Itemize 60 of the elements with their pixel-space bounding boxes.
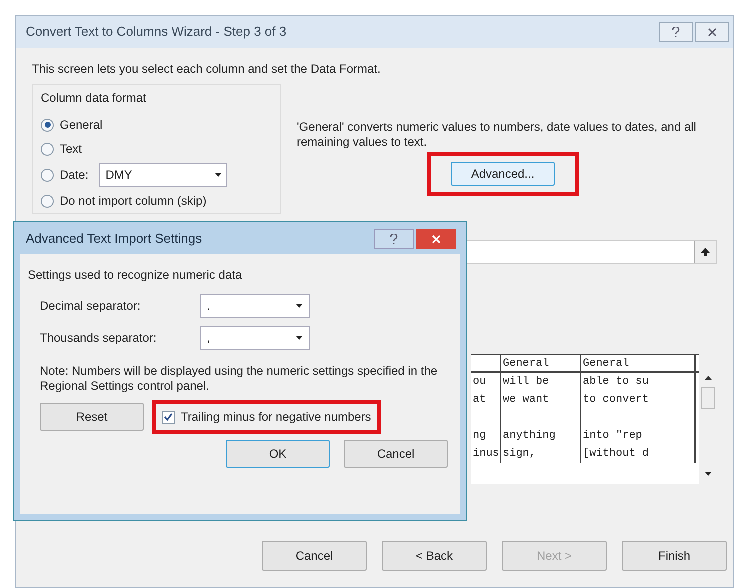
separator-combo[interactable]: .: [200, 294, 310, 318]
instruction-text: This screen lets you select each column and set the Data Format.: [32, 61, 382, 78]
group-label: Settings used to recognize numeric data: [28, 267, 244, 284]
wizard-button[interactable]: Cancel: [262, 541, 367, 571]
dropdown-arrow-icon: [296, 336, 303, 340]
preview-cell: able to su: [581, 373, 696, 391]
reset-button[interactable]: Reset: [40, 403, 144, 431]
radio-button[interactable]: [41, 168, 54, 182]
close-icon: [432, 234, 440, 244]
collapse-button[interactable]: [694, 241, 716, 263]
help-icon: [390, 234, 398, 244]
preview-cell: at: [471, 391, 501, 409]
help-button[interactable]: [659, 22, 693, 42]
preview-cell: to convert: [581, 391, 696, 409]
dropdown-arrow-icon: [704, 472, 712, 476]
preview-cell: inus: [471, 445, 501, 463]
preview-cell: into "rep: [581, 427, 696, 445]
radio-label: Do not import column (skip): [60, 193, 207, 210]
field-label: Thousands separator:: [40, 330, 158, 347]
dialog-title: Advanced Text Import Settings: [26, 230, 202, 248]
radio-label: Text: [60, 141, 82, 158]
radio-label: General: [60, 117, 103, 134]
dialog-button[interactable]: Cancel: [344, 440, 448, 468]
dropdown-arrow-icon: [214, 173, 222, 177]
vertical-scrollbar[interactable]: [699, 376, 717, 476]
preview-cell: [without d: [581, 445, 696, 463]
preview-cell: will be: [501, 373, 581, 391]
help-button[interactable]: [374, 229, 414, 249]
description-text: 'General' converts numeric values to numbers, date values to dates, and all remaining values to text.: [297, 120, 698, 150]
preview-cell: sign,: [501, 445, 581, 463]
column-header[interactable]: General: [581, 355, 696, 371]
help-icon: [672, 26, 680, 38]
close-button[interactable]: [416, 229, 456, 249]
date-format-combo[interactable]: DMY: [98, 163, 227, 187]
column-header[interactable]: General: [501, 355, 581, 371]
scroll-up-icon: [704, 376, 712, 380]
radio-label: Date:: [60, 167, 89, 184]
wizard-button[interactable]: Finish: [622, 541, 727, 571]
preview-cell: ou: [471, 373, 501, 391]
dropdown-arrow-icon: [296, 304, 303, 308]
preview-cell: we want: [501, 391, 581, 409]
preview-cell: anything: [501, 427, 581, 445]
checkbox-label: Trailing minus for negative numbers: [181, 409, 372, 426]
scroll-thumb[interactable]: [701, 387, 716, 409]
radio-button[interactable]: [41, 142, 54, 156]
radio-button[interactable]: [41, 118, 54, 132]
field-label: Decimal separator:: [40, 298, 142, 315]
checkbox[interactable]: [162, 410, 175, 424]
close-button[interactable]: [695, 22, 729, 42]
window-title: Convert Text to Columns Wizard - Step 3 of 3: [26, 23, 287, 42]
note-text: Note: Numbers will be displayed using the numeric settings specified in the Regional Settings control panel.: [39, 364, 439, 394]
close-icon: [708, 28, 716, 36]
wizard-button[interactable]: < Back: [382, 541, 487, 571]
advanced-button[interactable]: Advanced...: [451, 162, 555, 186]
radio-button[interactable]: [41, 194, 54, 208]
separator-combo[interactable]: ,: [200, 326, 310, 350]
preview-cell: ng: [471, 427, 501, 445]
dialog-button[interactable]: OK: [226, 440, 330, 468]
upload-arrow-icon: [701, 248, 710, 256]
group-label: Column data format: [41, 90, 148, 107]
